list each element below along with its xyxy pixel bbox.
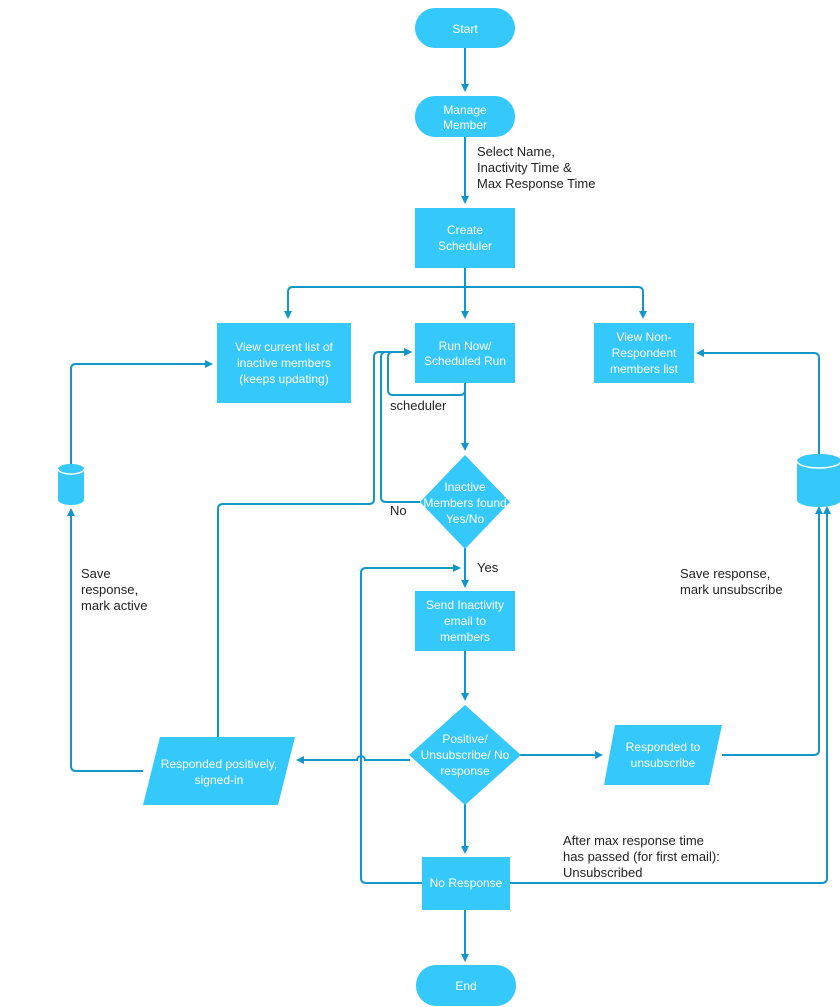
node-label: Responded to [626, 740, 701, 754]
svg-text:View Non-Respondentmembers lis: View Non- Respondent members list [610, 330, 679, 376]
node-send-email[interactable]: Send Inactivity email to members [415, 591, 515, 651]
node-label: (keeps updating) [239, 372, 328, 386]
node-start[interactable]: Start [415, 8, 515, 48]
node-label: Start [452, 22, 478, 36]
svg-text:No Response: No Response [430, 876, 503, 890]
svg-text:ManageMember: Manage Member [443, 103, 487, 132]
database-left-icon [57, 464, 85, 505]
node-label: Member [443, 118, 487, 132]
node-response-decision[interactable]: Positive/Unsubscribe/ No response [409, 705, 521, 805]
node-label: Send Inactivity [426, 598, 504, 612]
node-label: No Response [430, 876, 503, 890]
node-label: inactive members [237, 356, 331, 370]
svg-text:View current list ofinactive m: View current list of inactive members (kee… [235, 340, 333, 386]
node-label: Scheduled Run [424, 354, 506, 368]
node-label: unsubscribe [631, 756, 696, 770]
edge-label-select: Select Name, Inactivity Time & Max Respons… [477, 144, 596, 191]
node-label: response [440, 764, 490, 778]
edge-label-scheduler: scheduler [390, 398, 447, 413]
edge-create-view-nonresp [465, 286, 647, 319]
edge-label-save-unsubscribe: Save response, mark unsubscribe [680, 566, 783, 597]
node-manage-member[interactable]: Manage Member [415, 96, 515, 137]
edge-db-view-inactive [70, 360, 213, 464]
edge-db-view-nonresp [696, 349, 820, 455]
node-label: Responded positively, [161, 757, 278, 771]
edge-positive-db [67, 508, 143, 772]
edge-decision-no [380, 348, 420, 503]
database-right-icon [796, 454, 840, 507]
edge-label-yes: Yes [477, 560, 499, 575]
node-view-inactive[interactable]: View current list of inactive members (kee… [217, 323, 351, 403]
node-label: Create [447, 223, 483, 237]
node-label: Manage [443, 103, 487, 117]
node-label: Unsubscribe/ No [421, 748, 510, 762]
node-create-scheduler[interactable]: Create Scheduler [415, 208, 515, 268]
node-label: Inactive [444, 480, 486, 494]
node-inactive-found-decision[interactable]: Inactive Members found Yes/No [420, 455, 510, 549]
node-label: End [455, 979, 476, 993]
node-label: Scheduler [438, 239, 492, 253]
node-label: Respondent [612, 346, 677, 360]
edge-noresp-db [510, 506, 831, 884]
node-label: signed-in [195, 773, 244, 787]
node-responded-unsubscribe[interactable]: Responded to unsubscribe [604, 725, 722, 785]
node-view-non-respondent[interactable]: View Non- Respondent members list [594, 323, 694, 383]
node-label: View Non- [616, 330, 671, 344]
node-label: View current list of [235, 340, 333, 354]
node-no-response[interactable]: No Response [422, 857, 510, 910]
edge-label-save-active: Save response, mark active [81, 566, 147, 613]
node-label: Positive/ [442, 732, 488, 746]
node-label: Yes/No [446, 512, 485, 526]
edge-create-view-inactive [284, 286, 465, 319]
flowchart: Start Manage Member Create Scheduler View … [57, 8, 840, 1006]
node-label: email to [444, 614, 486, 628]
node-label: members list [610, 362, 679, 376]
node-run-now[interactable]: Run Now/Scheduled Run [415, 323, 515, 383]
edge-response-positive [296, 755, 410, 764]
edge-label-after-max: After max response time has passed (for f… [563, 833, 720, 880]
svg-text:End: End [455, 979, 476, 993]
node-responded-positive[interactable]: Responded positively, signed-in [143, 737, 295, 805]
svg-text:Start: Start [452, 22, 478, 36]
node-label: Members found [423, 496, 506, 510]
node-end[interactable]: End [416, 965, 516, 1006]
node-label: Run Now/ [439, 339, 492, 353]
edge-unsub-db [722, 506, 823, 756]
node-label: members [440, 630, 490, 644]
edge-label-no: No [390, 503, 407, 518]
